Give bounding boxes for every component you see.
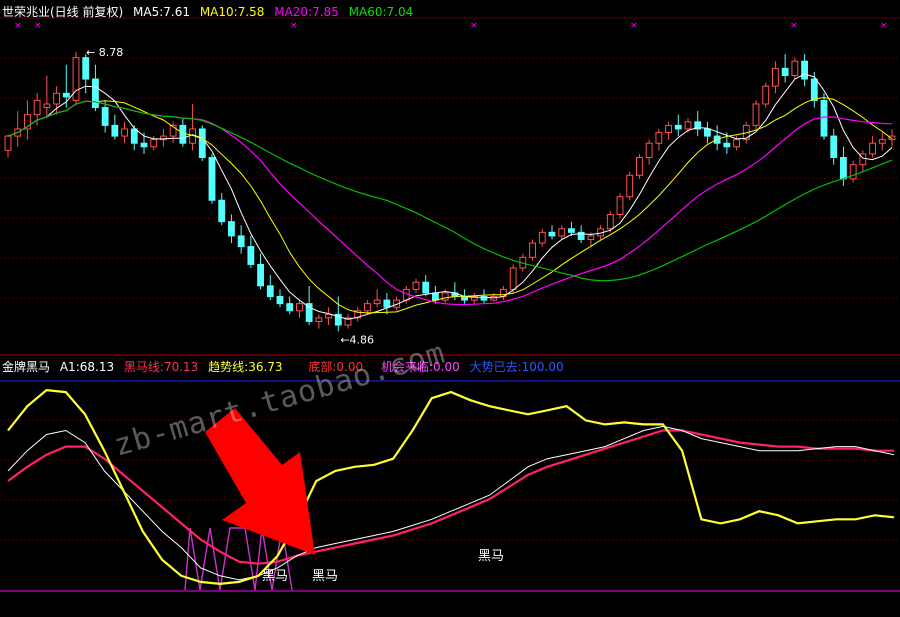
candle-body — [869, 142, 876, 155]
candle-body — [237, 235, 245, 248]
signal-marker: × — [14, 21, 22, 31]
signal-marker: × — [34, 21, 42, 31]
candle-body — [383, 299, 391, 308]
candle-body — [412, 281, 420, 290]
chart-stage: ← 8.78 ←4.86 × × × × × × × 黑马 黑马 黑马 世荣兆业(日线 前复权) M… — [0, 0, 900, 613]
candle-body — [150, 139, 158, 148]
candle-body — [752, 103, 760, 126]
candle-body — [198, 128, 206, 158]
candle-body — [636, 156, 643, 176]
ma20-line — [7, 100, 893, 306]
trend-line — [7, 388, 895, 586]
candle-body — [626, 174, 634, 198]
candle-body — [878, 139, 886, 144]
signal-marker: × — [290, 21, 298, 31]
candle-body — [208, 156, 216, 201]
high-price-label: ← 8.78 — [86, 46, 123, 59]
candle-body — [286, 303, 294, 312]
signal-marker: × — [630, 21, 638, 31]
stock-title: 世荣兆业(日线 前复权) — [2, 5, 124, 19]
candle-body — [130, 128, 138, 144]
candle-body — [82, 57, 90, 80]
candle-body — [568, 228, 575, 233]
candle-body — [373, 299, 381, 305]
candle-body — [538, 231, 546, 244]
candle-body — [276, 296, 284, 305]
candle-body — [830, 135, 838, 158]
candle-body — [606, 214, 614, 230]
candle-body — [140, 142, 148, 148]
candle-body — [62, 92, 70, 98]
a1-label: A1:68.13 — [59, 360, 115, 374]
candle-body — [509, 267, 517, 290]
candle-body — [772, 67, 779, 87]
candle-body — [587, 235, 595, 240]
candle-body — [92, 78, 99, 109]
indicator-panel-header: 金牌黑马 A1:68.13 黑马线:70.13 趋势线:36.73 底部:0.0… — [2, 358, 570, 375]
candle-body — [791, 60, 799, 76]
candle-body — [810, 78, 818, 101]
candle-body — [33, 99, 41, 116]
signal-marker: × — [790, 21, 798, 31]
ma10-line — [7, 97, 893, 314]
candle-body — [4, 135, 12, 151]
candle-body — [655, 132, 663, 144]
candle-body — [121, 128, 128, 137]
heima-label: 黑马线:70.13 — [123, 360, 199, 374]
candle-body — [247, 246, 255, 265]
candle-body — [364, 303, 371, 312]
candle-body — [228, 221, 235, 237]
candle-body — [422, 281, 430, 294]
candle-body — [781, 67, 789, 76]
candle-body — [53, 92, 60, 105]
candle-body — [723, 142, 731, 148]
candle-body — [733, 139, 740, 148]
candle-body — [801, 60, 808, 80]
candle-body — [257, 263, 264, 287]
candle-body — [645, 142, 653, 158]
signal-marker: × — [470, 21, 478, 31]
signal-marker: × — [880, 21, 888, 31]
candle-body — [849, 164, 857, 180]
candle-body — [296, 303, 303, 312]
candle-body — [111, 124, 119, 137]
candle-body — [325, 313, 332, 319]
candle-body — [72, 57, 80, 101]
indicator-name: 金牌黑马 — [2, 360, 51, 374]
heima-tag: 黑马 — [312, 569, 338, 584]
candle-body — [820, 99, 828, 137]
chart-canvas: ← 8.78←4.86× × × × × × × 黑马黑马 黑马 — [0, 17, 900, 592]
candle-body — [266, 285, 274, 298]
candle-body — [762, 85, 770, 105]
candle-body — [558, 228, 566, 237]
candle-body — [101, 107, 109, 126]
candle-body — [43, 103, 51, 109]
candle-body — [684, 121, 692, 130]
candle-body — [315, 317, 323, 322]
low-price-label: ←4.86 — [340, 333, 374, 346]
candle-body — [665, 124, 672, 134]
ma10-label: MA10:7.58 — [199, 5, 265, 19]
price-panel-header: 世荣兆业(日线 前复权) MA5:7.61 MA10:7.58 MA20:7.8… — [2, 3, 419, 20]
candle-body — [548, 231, 556, 237]
price-panel: ← 8.78 ←4.86 × × × × × × × — [4, 21, 896, 346]
ma20-label: MA20:7.85 — [274, 5, 339, 19]
candle-body — [441, 292, 449, 301]
candle-body — [529, 242, 536, 258]
candle-body — [674, 124, 682, 130]
candle-body — [179, 124, 187, 144]
candle-body — [840, 156, 847, 180]
ma5-label: MA5:7.61 — [133, 5, 190, 19]
candle-body — [432, 292, 439, 301]
indicator-panel: 黑马黑马 黑马 — [0, 380, 900, 592]
candle-body — [616, 196, 624, 216]
gone-label: 大势已去:100.00 — [469, 360, 564, 374]
candle-body — [218, 199, 226, 223]
ma60-label: MA60:7.04 — [348, 5, 414, 19]
heima-tag: 黑马 — [478, 549, 504, 564]
candle-body — [704, 128, 711, 137]
heima-tag: 黑马 — [262, 569, 288, 584]
trend-label: 趋势线:36.73 — [208, 360, 283, 374]
